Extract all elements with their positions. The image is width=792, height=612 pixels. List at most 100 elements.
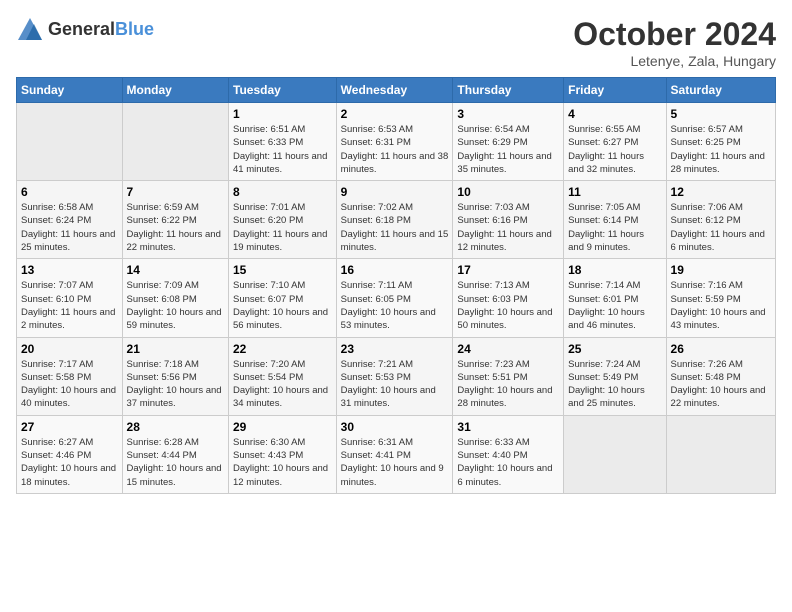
day-info: Sunrise: 7:23 AMSunset: 5:51 PMDaylight:… (457, 358, 559, 411)
day-cell: 22 Sunrise: 7:20 AMSunset: 5:54 PMDayligh… (229, 337, 337, 415)
day-number: 12 (671, 185, 771, 199)
day-info: Sunrise: 7:03 AMSunset: 6:16 PMDaylight:… (457, 201, 559, 254)
day-number: 19 (671, 263, 771, 277)
day-number: 3 (457, 107, 559, 121)
day-info: Sunrise: 7:09 AMSunset: 6:08 PMDaylight:… (127, 279, 224, 332)
day-cell: 21Sunrise: 7:18 AMSunset: 5:56 PMDayligh… (122, 337, 228, 415)
day-info: Sunrise: 6:59 AMSunset: 6:22 PMDaylight:… (127, 201, 224, 254)
day-info: Sunrise: 7:06 AMSunset: 6:12 PMDaylight:… (671, 201, 771, 254)
day-number: 27 (21, 420, 118, 434)
day-cell: 10 Sunrise: 7:03 AMSunset: 6:16 PMDayligh… (453, 181, 564, 259)
day-number: 11 (568, 185, 661, 199)
day-number: 14 (127, 263, 224, 277)
day-number: 25 (568, 342, 661, 356)
day-cell (564, 415, 666, 493)
col-header-friday: Friday (564, 78, 666, 103)
week-row: 1 Sunrise: 6:51 AMSunset: 6:33 PMDaylight… (17, 103, 776, 181)
col-header-wednesday: Wednesday (336, 78, 453, 103)
logo: GeneralBlue (16, 16, 154, 44)
day-info: Sunrise: 6:57 AMSunset: 6:25 PMDaylight:… (671, 123, 771, 176)
day-info: Sunrise: 6:27 AMSunset: 4:46 PMDaylight:… (21, 436, 118, 489)
day-cell: 30Sunrise: 6:31 AMSunset: 4:41 PMDayligh… (336, 415, 453, 493)
day-cell (17, 103, 123, 181)
day-cell: 8Sunrise: 7:01 AMSunset: 6:20 PMDaylight… (229, 181, 337, 259)
day-cell: 5 Sunrise: 6:57 AMSunset: 6:25 PMDaylight… (666, 103, 775, 181)
day-number: 23 (341, 342, 449, 356)
day-number: 20 (21, 342, 118, 356)
day-cell (666, 415, 775, 493)
day-info: Sunrise: 7:17 AMSunset: 5:58 PMDaylight:… (21, 358, 118, 411)
day-number: 21 (127, 342, 224, 356)
title-area: October 2024 Letenye, Zala, Hungary (573, 16, 776, 69)
day-cell: 19 Sunrise: 7:16 AMSunset: 5:59 PMDayligh… (666, 259, 775, 337)
day-cell: 23 Sunrise: 7:21 AMSunset: 5:53 PMDayligh… (336, 337, 453, 415)
day-cell: 6 Sunrise: 6:58 AMSunset: 6:24 PMDaylight… (17, 181, 123, 259)
calendar-header-row: SundayMondayTuesdayWednesdayThursdayFrid… (17, 78, 776, 103)
day-info: Sunrise: 7:20 AMSunset: 5:54 PMDaylight:… (233, 358, 332, 411)
week-row: 20 Sunrise: 7:17 AMSunset: 5:58 PMDayligh… (17, 337, 776, 415)
day-number: 9 (341, 185, 449, 199)
day-cell: 17 Sunrise: 7:13 AMSunset: 6:03 PMDayligh… (453, 259, 564, 337)
calendar-table: SundayMondayTuesdayWednesdayThursdayFrid… (16, 77, 776, 494)
day-number: 10 (457, 185, 559, 199)
day-cell: 14 Sunrise: 7:09 AMSunset: 6:08 PMDayligh… (122, 259, 228, 337)
day-info: Sunrise: 6:51 AMSunset: 6:33 PMDaylight:… (233, 123, 332, 176)
day-number: 6 (21, 185, 118, 199)
day-info: Sunrise: 6:30 AMSunset: 4:43 PMDaylight:… (233, 436, 332, 489)
day-info: Sunrise: 7:02 AMSunset: 6:18 PMDaylight:… (341, 201, 449, 254)
day-number: 15 (233, 263, 332, 277)
day-info: Sunrise: 6:58 AMSunset: 6:24 PMDaylight:… (21, 201, 118, 254)
logo-text-general: General (48, 19, 115, 39)
col-header-sunday: Sunday (17, 78, 123, 103)
day-number: 1 (233, 107, 332, 121)
day-number: 16 (341, 263, 449, 277)
week-row: 6 Sunrise: 6:58 AMSunset: 6:24 PMDaylight… (17, 181, 776, 259)
day-info: Sunrise: 7:21 AMSunset: 5:53 PMDaylight:… (341, 358, 449, 411)
day-number: 28 (127, 420, 224, 434)
day-number: 7 (127, 185, 224, 199)
day-cell: 4Sunrise: 6:55 AMSunset: 6:27 PMDaylight… (564, 103, 666, 181)
day-cell: 12 Sunrise: 7:06 AMSunset: 6:12 PMDayligh… (666, 181, 775, 259)
col-header-thursday: Thursday (453, 78, 564, 103)
day-info: Sunrise: 7:05 AMSunset: 6:14 PMDaylight:… (568, 201, 661, 254)
day-number: 5 (671, 107, 771, 121)
day-cell: 13Sunrise: 7:07 AMSunset: 6:10 PMDayligh… (17, 259, 123, 337)
day-cell: 16Sunrise: 7:11 AMSunset: 6:05 PMDayligh… (336, 259, 453, 337)
day-cell: 11 Sunrise: 7:05 AMSunset: 6:14 PMDayligh… (564, 181, 666, 259)
day-info: Sunrise: 6:54 AMSunset: 6:29 PMDaylight:… (457, 123, 559, 176)
header: GeneralBlue October 2024 Letenye, Zala, … (16, 16, 776, 69)
location-subtitle: Letenye, Zala, Hungary (573, 53, 776, 69)
week-row: 13Sunrise: 7:07 AMSunset: 6:10 PMDayligh… (17, 259, 776, 337)
day-cell: 2Sunrise: 6:53 AMSunset: 6:31 PMDaylight… (336, 103, 453, 181)
day-info: Sunrise: 7:10 AMSunset: 6:07 PMDaylight:… (233, 279, 332, 332)
logo-text-blue: Blue (115, 19, 154, 39)
day-info: Sunrise: 7:13 AMSunset: 6:03 PMDaylight:… (457, 279, 559, 332)
day-info: Sunrise: 6:33 AMSunset: 4:40 PMDaylight:… (457, 436, 559, 489)
day-number: 17 (457, 263, 559, 277)
day-cell: 25Sunrise: 7:24 AMSunset: 5:49 PMDayligh… (564, 337, 666, 415)
day-number: 13 (21, 263, 118, 277)
day-number: 24 (457, 342, 559, 356)
day-info: Sunrise: 6:28 AMSunset: 4:44 PMDaylight:… (127, 436, 224, 489)
day-cell: 7 Sunrise: 6:59 AMSunset: 6:22 PMDaylight… (122, 181, 228, 259)
day-cell: 29 Sunrise: 6:30 AMSunset: 4:43 PMDayligh… (229, 415, 337, 493)
col-header-monday: Monday (122, 78, 228, 103)
day-info: Sunrise: 7:16 AMSunset: 5:59 PMDaylight:… (671, 279, 771, 332)
day-cell: 20 Sunrise: 7:17 AMSunset: 5:58 PMDayligh… (17, 337, 123, 415)
month-title: October 2024 (573, 16, 776, 53)
day-number: 29 (233, 420, 332, 434)
day-info: Sunrise: 7:26 AMSunset: 5:48 PMDaylight:… (671, 358, 771, 411)
day-info: Sunrise: 7:14 AMSunset: 6:01 PMDaylight:… (568, 279, 661, 332)
day-cell: 18 Sunrise: 7:14 AMSunset: 6:01 PMDayligh… (564, 259, 666, 337)
day-number: 18 (568, 263, 661, 277)
day-cell: 3 Sunrise: 6:54 AMSunset: 6:29 PMDaylight… (453, 103, 564, 181)
day-number: 4 (568, 107, 661, 121)
col-header-tuesday: Tuesday (229, 78, 337, 103)
day-cell: 15 Sunrise: 7:10 AMSunset: 6:07 PMDayligh… (229, 259, 337, 337)
day-cell: 27 Sunrise: 6:27 AMSunset: 4:46 PMDayligh… (17, 415, 123, 493)
day-number: 26 (671, 342, 771, 356)
day-cell: 31Sunrise: 6:33 AMSunset: 4:40 PMDayligh… (453, 415, 564, 493)
day-info: Sunrise: 7:01 AMSunset: 6:20 PMDaylight:… (233, 201, 332, 254)
day-number: 22 (233, 342, 332, 356)
logo-icon (16, 16, 44, 44)
